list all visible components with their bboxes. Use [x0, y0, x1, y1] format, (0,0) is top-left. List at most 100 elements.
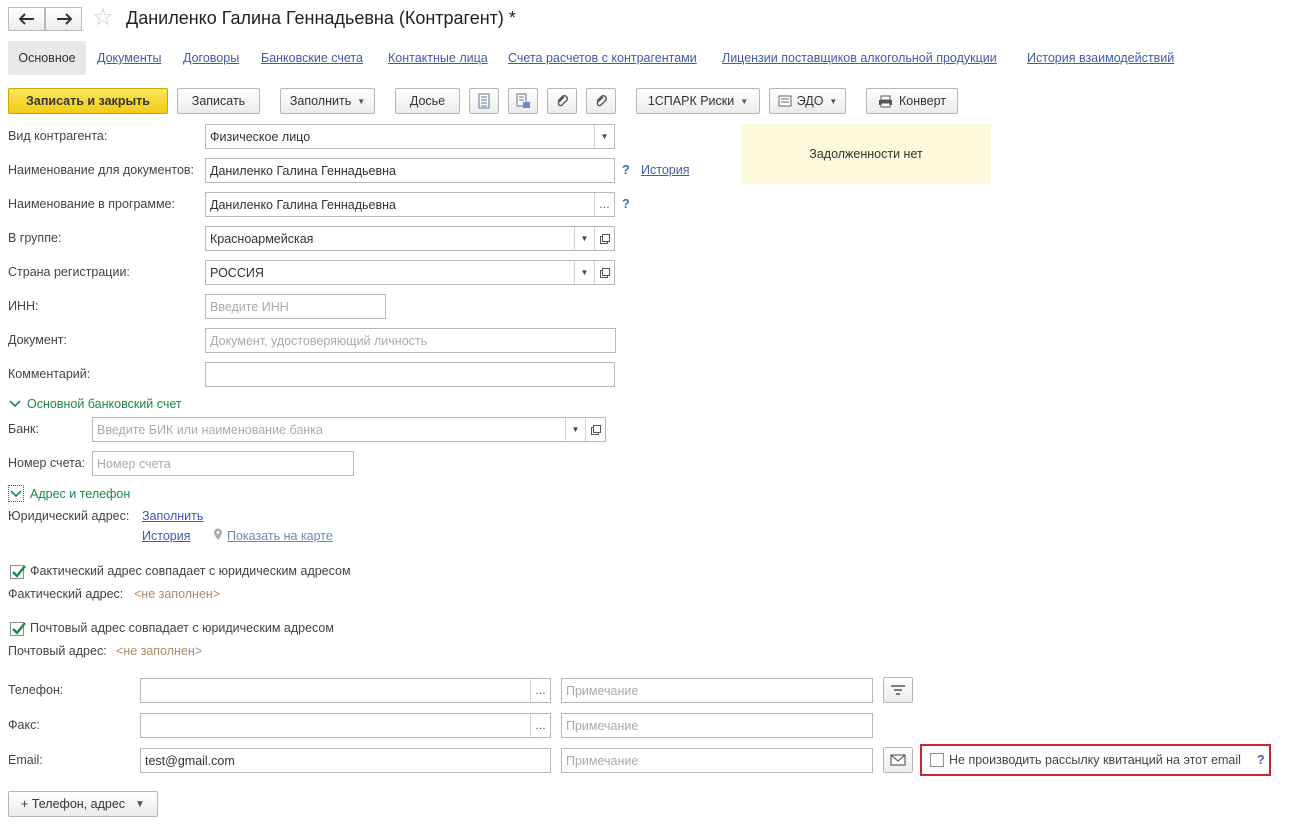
- favorite-star-icon[interactable]: ☆: [92, 5, 114, 31]
- dossier-button[interactable]: Досье: [395, 88, 460, 114]
- forward-button[interactable]: [45, 7, 82, 31]
- dropdown-arrow-icon[interactable]: ▼: [574, 261, 594, 284]
- inn-placeholder: Введите ИНН: [210, 299, 289, 314]
- save-button[interactable]: Записать: [177, 88, 260, 114]
- no-receipts-label[interactable]: Не производить рассылку квитанций на это…: [949, 753, 1241, 767]
- tab-label: Основное: [18, 51, 76, 65]
- tab-alcohol-licenses[interactable]: Лицензии поставщиков алкогольной продукц…: [722, 51, 997, 65]
- printer-icon: [879, 95, 892, 107]
- country-label: Страна регистрации:: [8, 265, 130, 279]
- ellipsis-icon[interactable]: …: [594, 193, 614, 216]
- add-phone-address-button[interactable]: + Телефон, адрес ▼: [8, 791, 158, 817]
- bank-placeholder: Введите БИК или наименование банка: [97, 422, 323, 437]
- document-label: Документ:: [8, 333, 67, 347]
- open-icon[interactable]: [594, 227, 614, 250]
- edo-button[interactable]: ЭДО ▼: [769, 88, 846, 114]
- tab-main[interactable]: Основное: [8, 41, 86, 75]
- legal-address-history-link[interactable]: История: [142, 529, 190, 543]
- add-phone-address-label: + Телефон, адрес: [21, 797, 126, 811]
- actual-address-value[interactable]: <не заполнен>: [134, 587, 220, 601]
- report-button[interactable]: [469, 88, 499, 114]
- country-value: РОССИЯ: [210, 265, 264, 280]
- document-input[interactable]: Документ, удостоверяющий личность: [205, 328, 616, 353]
- chevron-down-icon: [8, 485, 24, 502]
- postal-address-label: Почтовый адрес:: [8, 644, 107, 658]
- fill-dropdown-button[interactable]: Заполнить ▼: [280, 88, 375, 114]
- tab-bank-accounts[interactable]: Банковские счета: [261, 51, 363, 65]
- country-select[interactable]: РОССИЯ ▼: [205, 260, 615, 285]
- account-label: Номер счета:: [8, 456, 86, 470]
- paperclip-icon: [596, 95, 607, 107]
- open-icon[interactable]: [585, 418, 605, 441]
- prog-name-label: Наименование в программе:: [8, 197, 175, 211]
- arrow-left-icon: [18, 13, 34, 25]
- no-receipts-checkbox[interactable]: [930, 753, 944, 767]
- comment-input[interactable]: [205, 362, 615, 387]
- tab-settlement-accounts[interactable]: Счета расчетов с контрагентами: [508, 51, 697, 65]
- inn-input[interactable]: Введите ИНН: [205, 294, 386, 319]
- back-button[interactable]: [8, 7, 45, 31]
- dropdown-arrow-icon[interactable]: ▼: [594, 125, 614, 148]
- prog-name-input[interactable]: Даниленко Галина Геннадьевна …: [205, 192, 615, 217]
- tab-interaction-history[interactable]: История взаимодействий: [1027, 51, 1174, 65]
- postal-address-value[interactable]: <не заполнен>: [116, 644, 202, 658]
- document-list-icon: [478, 93, 490, 109]
- phone-input[interactable]: …: [140, 678, 551, 703]
- kind-select[interactable]: Физическое лицо ▼: [205, 124, 615, 149]
- legal-address-fill-link[interactable]: Заполнить: [142, 509, 203, 523]
- bank-group-header[interactable]: Основной банковский счет: [9, 397, 182, 411]
- doc-name-input[interactable]: Даниленко Галина Геннадьевна: [205, 158, 615, 183]
- doc-name-history-link[interactable]: История: [641, 163, 689, 177]
- bank-select[interactable]: Введите БИК или наименование банка ▼: [92, 417, 606, 442]
- postal-same-label: Почтовый адрес совпадает с юридическим а…: [30, 621, 334, 635]
- actual-same-checkbox[interactable]: [10, 565, 26, 579]
- tab-contracts[interactable]: Договоры: [183, 51, 239, 65]
- bank-group-title: Основной банковский счет: [27, 397, 182, 411]
- debt-text: Задолженности нет: [809, 147, 923, 161]
- fax-input[interactable]: …: [140, 713, 551, 738]
- dropdown-arrow-icon[interactable]: ▼: [574, 227, 594, 250]
- dropdown-arrow-icon[interactable]: ▼: [565, 418, 585, 441]
- envelope-button[interactable]: Конверт: [866, 88, 958, 114]
- actual-same-label: Фактический адрес совпадает с юридически…: [30, 564, 351, 578]
- edo-icon: [778, 95, 792, 107]
- help-icon[interactable]: ?: [622, 163, 630, 177]
- tab-contact-persons[interactable]: Контактные лица: [388, 51, 488, 65]
- envelope-icon: [890, 754, 906, 766]
- ellipsis-icon[interactable]: …: [530, 679, 550, 702]
- ellipsis-icon[interactable]: …: [530, 714, 550, 737]
- account-input[interactable]: Номер счета: [92, 451, 354, 476]
- email-value: test@gmail.com: [145, 753, 235, 768]
- send-email-button[interactable]: [883, 747, 913, 773]
- caret-down-icon: ▼: [135, 798, 145, 810]
- email-note-placeholder: Примечание: [566, 753, 639, 768]
- help-icon[interactable]: ?: [622, 197, 630, 211]
- actual-address-label: Фактический адрес:: [8, 587, 124, 601]
- help-icon[interactable]: ?: [1257, 753, 1265, 767]
- email-input[interactable]: test@gmail.com: [140, 748, 551, 773]
- save-and-close-button[interactable]: Записать и закрыть: [8, 88, 168, 114]
- show-on-map-link[interactable]: Показать на карте: [227, 529, 333, 543]
- fax-note-placeholder: Примечание: [566, 718, 639, 733]
- caret-down-icon: ▼: [740, 96, 749, 106]
- print-preview-button[interactable]: [508, 88, 538, 114]
- attachments-button[interactable]: [586, 88, 616, 114]
- tab-documents[interactable]: Документы: [97, 51, 161, 65]
- postal-same-checkbox[interactable]: [10, 622, 26, 636]
- address-group-header[interactable]: Адрес и телефон: [8, 485, 130, 502]
- open-icon[interactable]: [594, 261, 614, 284]
- group-select[interactable]: Красноармейская ▼: [205, 226, 615, 251]
- envelope-label: Конверт: [899, 94, 946, 108]
- arrow-right-icon: [56, 13, 72, 25]
- phone-settings-button[interactable]: [883, 677, 913, 703]
- address-group-title: Адрес и телефон: [30, 486, 131, 501]
- document-placeholder: Документ, удостоверяющий личность: [210, 333, 428, 348]
- attach-file-button[interactable]: [547, 88, 577, 114]
- inn-label: ИНН:: [8, 299, 39, 313]
- phone-note-placeholder: Примечание: [566, 683, 639, 698]
- fax-note-input[interactable]: Примечание: [561, 713, 873, 738]
- spark-risks-button[interactable]: 1СПАРК Риски ▼: [636, 88, 760, 114]
- phone-note-input[interactable]: Примечание: [561, 678, 873, 703]
- phone-label: Телефон:: [8, 683, 64, 697]
- email-note-input[interactable]: Примечание: [561, 748, 873, 773]
